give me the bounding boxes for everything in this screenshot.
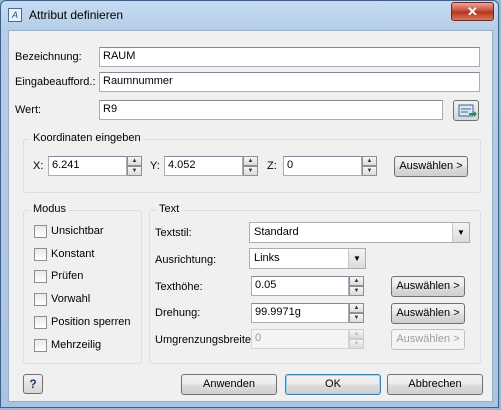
y-label: Y: [150,160,160,172]
vorwahl-checkbox[interactable] [34,293,47,306]
z-coordinate-field[interactable]: 0 [283,156,362,176]
textstil-value: Standard [254,226,299,238]
spin-up-icon: ▲ [243,156,258,166]
texthoehe-field[interactable]: 0.05 [251,276,349,296]
textstil-select[interactable]: Standard ▼ [249,222,470,243]
bezeichnung-label: Bezeichnung: [15,51,82,63]
texthoehe-select-button[interactable]: Auswählen > [391,276,465,297]
z-label: Z: [267,160,277,172]
pruefen-label: Prüfen [51,270,84,282]
close-button[interactable]: ✕ [451,2,494,21]
koordinaten-title: Koordinaten eingeben [30,132,144,144]
ausrichtung-select[interactable]: Links ▼ [249,248,366,269]
umgrenzung-select-button[interactable]: Auswählen > [391,329,465,350]
umgrenzung-field[interactable]: 0 [251,329,349,349]
umgrenzung-spinner[interactable]: ▲ ▼ [349,329,364,349]
ausrichtung-value: Links [254,252,280,264]
dialog-window: A Attribut definieren ✕ Bezeichnung: RAU… [0,0,499,408]
vorwahl-label: Vorwahl [51,293,91,305]
umgrenzung-label: Umgrenzungsbreite: [155,334,255,346]
attribute-app-icon: A [8,8,22,22]
help-button[interactable]: ? [23,374,43,394]
konstant-label: Konstant [51,248,95,260]
drehung-select-button[interactable]: Auswählen > [391,303,465,324]
text-title: Text [156,203,183,215]
spin-down-icon: ▼ [349,339,364,349]
spin-up-icon: ▲ [349,276,364,286]
texthoehe-spinner[interactable]: ▲ ▼ [349,276,364,296]
apply-button[interactable]: Anwenden [181,374,277,395]
spin-down-icon: ▼ [349,313,364,323]
mehrzeilig-label: Mehrzeilig [51,339,102,351]
title-bar: A Attribut definieren ✕ [1,1,500,29]
dialog-client: Bezeichnung: RAUM Eingabeaufford.: Raumn… [8,30,493,402]
wert-field[interactable]: R9 [99,100,443,120]
spin-down-icon: ▼ [362,166,377,176]
ok-button[interactable]: OK [285,374,381,395]
ausrichtung-label: Ausrichtung: [155,254,217,266]
wert-label: Wert: [15,104,42,116]
eingabe-label: Eingabeaufford.: [15,76,96,88]
chevron-down-icon: ▼ [452,223,469,242]
pruefen-checkbox[interactable] [34,270,47,283]
koordinaten-select-button[interactable]: Auswählen > [394,156,468,177]
eingabe-field[interactable]: Raumnummer [99,72,480,92]
window-title: Attribut definieren [29,8,124,22]
spin-down-icon: ▼ [243,166,258,176]
z-spinner[interactable]: ▲ ▼ [362,156,377,176]
field-insert-icon [458,104,477,117]
cancel-button[interactable]: Abbrechen [387,374,483,395]
spin-up-icon: ▲ [127,156,142,166]
spin-up-icon: ▲ [362,156,377,166]
x-spinner[interactable]: ▲ ▼ [127,156,142,176]
texthoehe-label: Texthöhe: [155,281,203,293]
modus-title: Modus [30,203,70,215]
mehrzeilig-checkbox[interactable] [34,339,47,352]
spin-down-icon: ▼ [127,166,142,176]
drehung-field[interactable]: 99.9971g [251,303,349,323]
field-insert-button[interactable] [453,100,479,121]
spin-up-icon: ▲ [349,329,364,339]
x-coordinate-field[interactable]: 6.241 [48,156,127,176]
position-sperren-checkbox[interactable] [34,316,47,329]
unsichtbar-checkbox[interactable] [34,225,47,238]
chevron-down-icon: ▼ [348,249,365,268]
spin-down-icon: ▼ [349,286,364,296]
drehung-label: Drehung: [155,307,201,319]
x-label: X: [33,160,44,172]
y-coordinate-field[interactable]: 4.052 [164,156,243,176]
konstant-checkbox[interactable] [34,248,47,261]
y-spinner[interactable]: ▲ ▼ [243,156,258,176]
spin-up-icon: ▲ [349,303,364,313]
unsichtbar-label: Unsichtbar [51,225,104,237]
drehung-spinner[interactable]: ▲ ▼ [349,303,364,323]
position-sperren-label: Position sperren [51,316,131,328]
textstil-label: Textstil: [155,227,192,239]
bezeichnung-field[interactable]: RAUM [99,47,480,67]
